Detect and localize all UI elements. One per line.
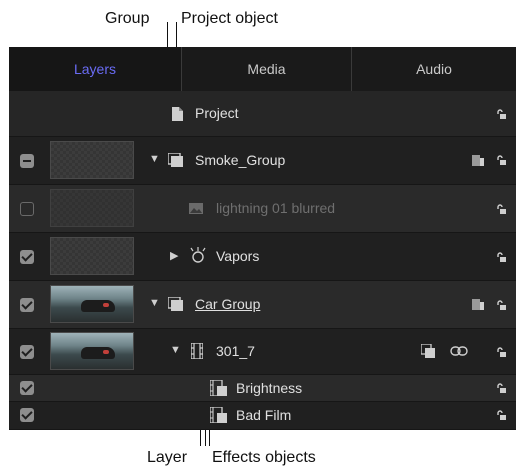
row-brightness[interactable]: Brightness xyxy=(9,375,516,402)
layer-name: lightning 01 blurred xyxy=(216,200,336,216)
layer-thumbnail xyxy=(50,332,134,370)
group-icon xyxy=(168,297,183,311)
tab-layers[interactable]: Layers xyxy=(9,47,181,91)
lock-icon[interactable] xyxy=(496,155,506,165)
row-car-group[interactable]: ▼ Car Group xyxy=(9,281,516,329)
isolate-icon[interactable] xyxy=(472,155,484,166)
activation-checkbox[interactable] xyxy=(20,202,34,216)
lock-icon[interactable] xyxy=(496,204,506,214)
isolate-icon[interactable] xyxy=(472,299,484,310)
callout-effects-objects: Effects objects xyxy=(212,449,316,466)
panel-tabs: Layers Media Audio xyxy=(9,47,516,91)
link-icon[interactable] xyxy=(450,346,468,356)
layer-stack-icon[interactable] xyxy=(421,344,435,358)
film-icon xyxy=(191,343,203,359)
layer-name: Car Group xyxy=(195,296,261,312)
activation-checkbox[interactable] xyxy=(20,381,34,395)
lock-icon[interactable] xyxy=(496,252,506,262)
row-301-7[interactable]: ▼ 301_7 xyxy=(9,329,516,375)
activation-checkbox[interactable] xyxy=(20,345,34,359)
activation-checkbox[interactable] xyxy=(20,298,34,312)
activation-checkbox[interactable] xyxy=(20,250,34,264)
car-shape xyxy=(81,300,115,312)
image-icon xyxy=(189,203,203,214)
lock-icon[interactable] xyxy=(496,300,506,310)
group-icon xyxy=(168,153,183,167)
lock-icon[interactable] xyxy=(496,109,506,119)
layer-thumbnail xyxy=(50,237,134,275)
lock-icon[interactable] xyxy=(496,347,506,357)
activation-checkbox[interactable] xyxy=(20,408,34,422)
lock-icon[interactable] xyxy=(496,383,506,393)
row-project[interactable]: Project xyxy=(9,91,516,137)
callout-project-object: Project object xyxy=(181,10,278,27)
layer-name: Brightness xyxy=(236,380,303,396)
activation-checkbox[interactable] xyxy=(20,154,34,168)
tab-media[interactable]: Media xyxy=(181,47,351,91)
layers-panel: Layers Media Audio Project ▼ Smoke_Group xyxy=(9,47,516,430)
layer-thumbnail xyxy=(50,141,134,179)
layer-thumbnail xyxy=(50,189,134,227)
document-icon xyxy=(172,107,183,121)
callout-layer: Layer xyxy=(147,449,188,466)
tab-audio[interactable]: Audio xyxy=(351,47,516,91)
tail-light xyxy=(103,303,109,307)
disclosure-triangle-icon[interactable]: ▼ xyxy=(149,153,160,165)
disclosure-triangle-icon[interactable]: ▼ xyxy=(170,344,181,356)
car-shape xyxy=(81,347,115,359)
disclosure-triangle-icon[interactable]: ▼ xyxy=(149,297,160,309)
emitter-icon xyxy=(190,247,206,263)
row-lightning[interactable]: lightning 01 blurred xyxy=(9,185,516,233)
layer-name: Vapors xyxy=(216,248,260,264)
callout-group: Group xyxy=(105,10,150,27)
row-bad-film[interactable]: Bad Film xyxy=(9,402,516,430)
layer-name: Bad Film xyxy=(236,407,292,423)
row-vapors[interactable]: ▶ Vapors xyxy=(9,233,516,281)
disclosure-triangle-icon[interactable]: ▶ xyxy=(170,249,178,262)
layer-name: 301_7 xyxy=(216,343,255,359)
layer-thumbnail xyxy=(50,285,134,323)
filter-icon xyxy=(210,407,227,423)
layer-name: Project xyxy=(195,105,239,121)
layer-name: Smoke_Group xyxy=(195,152,286,168)
filter-icon xyxy=(210,380,227,396)
tail-light xyxy=(103,350,109,354)
row-smoke-group[interactable]: ▼ Smoke_Group xyxy=(9,137,516,185)
lock-icon[interactable] xyxy=(496,410,506,420)
